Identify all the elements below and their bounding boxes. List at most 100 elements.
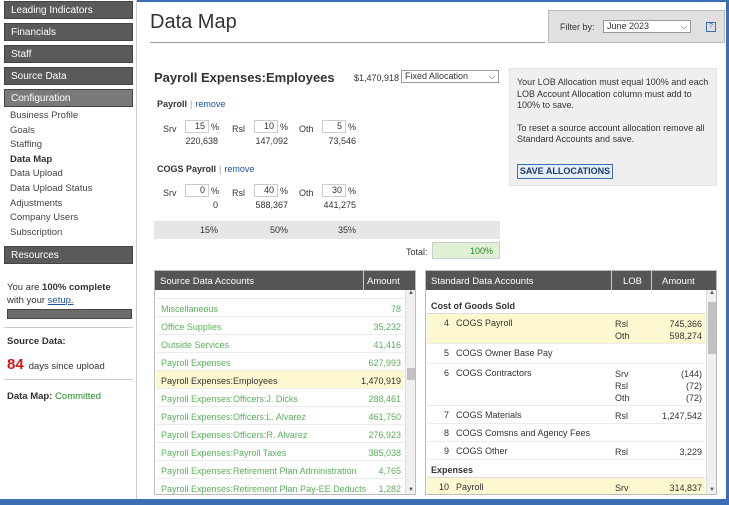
source-account-amount: 288,461: [368, 394, 401, 404]
allocation-method-select[interactable]: Fixed Allocation ⌵: [401, 70, 499, 83]
pct-input[interactable]: 15: [185, 120, 209, 133]
table-row[interactable]: Payroll Expenses:Retirement Plan Pay-EE …: [156, 479, 404, 494]
config-item-company-users[interactable]: Company Users: [10, 212, 92, 227]
standard-table-header: Standard Data Accounts LOB Amount: [426, 271, 716, 290]
account-name: COGS Other: [456, 446, 508, 456]
config-item-data-map[interactable]: Data Map: [10, 154, 92, 169]
source-account-amount: 35,232: [373, 322, 401, 332]
filter-period-select[interactable]: June 2023 ⌵: [603, 20, 691, 33]
source-account-amount: 461,750: [368, 412, 401, 422]
account-number: 6: [443, 368, 449, 378]
scroll-down-icon[interactable]: ▼: [707, 487, 716, 494]
table-row[interactable]: Payroll Expenses:Officers:J. Dicks 288,46…: [156, 389, 404, 407]
table-row[interactable]: Payroll Expenses 627,993: [156, 353, 404, 371]
setup-link[interactable]: setup.: [48, 295, 74, 306]
remove-link[interactable]: remove: [195, 99, 225, 109]
window-bottom-border: [0, 499, 729, 505]
table-row[interactable]: Payroll Expenses:Payroll Taxes 385,038: [156, 443, 404, 461]
source-account-amount: 385,038: [368, 448, 401, 458]
source-account-amount: 627,993: [368, 358, 401, 368]
source-table-scrollbar[interactable]: ▲ ▼: [405, 290, 415, 494]
nav-configuration[interactable]: Configuration: [4, 89, 133, 107]
row-lob: Oth: [615, 331, 630, 342]
table-row[interactable]: 6 COGS Contractors Srv Rsl Oth (144) (72) (7…: [427, 364, 705, 406]
source-account-name: Payroll Expenses:Payroll Taxes: [161, 448, 287, 458]
col-standard-accounts[interactable]: Standard Data Accounts: [431, 276, 533, 287]
page-title: Data Map: [150, 11, 237, 33]
config-item-goals[interactable]: Goals: [10, 125, 92, 140]
config-item-adjustments[interactable]: Adjustments: [10, 198, 92, 213]
table-row[interactable]: 8 COGS Comsns and Agency Fees: [427, 424, 705, 442]
table-row[interactable]: Office Supplies 35,232: [156, 317, 404, 335]
scroll-down-icon[interactable]: ▼: [406, 487, 415, 494]
pct-input[interactable]: 40: [254, 184, 278, 197]
column-divider: [651, 271, 652, 290]
lob-amount: 73,546: [328, 136, 356, 146]
table-row-selected[interactable]: 10 Payroll Srv 314,837: [427, 478, 705, 494]
group-expenses: Expenses: [427, 460, 705, 478]
config-item-subscription[interactable]: Subscription: [10, 227, 92, 242]
row-amount: 745,366: [669, 319, 702, 329]
lob-amount: 220,638: [185, 136, 218, 146]
lob-label: Srv: [163, 124, 177, 134]
pct-input[interactable]: 5: [322, 120, 346, 133]
table-row[interactable]: Payroll Expenses:Officers:R. Alvarez 276,…: [156, 425, 404, 443]
help-icon[interactable]: ?: [706, 22, 716, 32]
table-row[interactable]: Miscellaneous 78: [156, 299, 404, 317]
col-amount[interactable]: Amount: [662, 276, 695, 287]
lob-label: Oth: [299, 188, 314, 198]
chevron-down-icon: ⌵: [488, 72, 495, 81]
nav-resources[interactable]: Resources: [4, 246, 133, 264]
config-item-data-upload[interactable]: Data Upload: [10, 168, 92, 183]
config-item-business-profile[interactable]: Business Profile: [10, 110, 92, 125]
scroll-thumb[interactable]: [407, 368, 415, 380]
scroll-thumb[interactable]: [708, 302, 716, 354]
col-lob[interactable]: LOB: [623, 276, 642, 287]
row-lob: Srv: [615, 483, 629, 493]
row-amount: 1,247,542: [661, 411, 702, 421]
pct-sign: %: [211, 122, 220, 132]
scroll-up-icon[interactable]: ▲: [406, 290, 415, 299]
table-row[interactable]: Payroll Expenses:Retirement Plan Adminis…: [156, 461, 404, 479]
row-amount: (72): [685, 381, 702, 392]
nav-leading-indicators[interactable]: Leading Indicators: [4, 1, 133, 19]
config-item-staffing[interactable]: Staffing: [10, 139, 92, 154]
col-amount[interactable]: Amount: [367, 276, 400, 287]
table-row-selected[interactable]: Payroll Expenses:Employees 1,470,919: [156, 371, 404, 389]
table-row[interactable]: 5 COGS Owner Base Pay: [427, 344, 705, 364]
nav-source-data[interactable]: Source Data: [4, 67, 133, 85]
allocation-section-cogs-payroll: COGS Payroll | remove: [157, 164, 254, 174]
data-map-committed: Committed: [55, 391, 101, 402]
table-row[interactable]: 9 COGS Other Rsl 3,229: [427, 442, 705, 460]
row-lob: Rsl: [615, 411, 628, 421]
filter-period-value: June 2023: [607, 21, 650, 31]
nav-financials[interactable]: Financials: [4, 23, 133, 41]
source-account-name: Payroll Expenses:Officers:J. Dicks: [161, 394, 298, 404]
section-name: Payroll: [157, 99, 188, 109]
allocation-info-box: Your LOB Allocation must equal 100% and …: [509, 68, 717, 186]
lob-total: 15%: [199, 225, 218, 235]
source-account-amount: 276,923: [368, 430, 401, 440]
nav-staff[interactable]: Staff: [4, 45, 133, 63]
total-value: 100%: [432, 242, 500, 259]
account-name: COGS Payroll: [456, 318, 513, 328]
config-item-data-upload-status[interactable]: Data Upload Status: [10, 183, 92, 198]
column-divider: [363, 271, 364, 290]
table-row[interactable]: Payroll Expenses:Officers:L. Alvarez 461,…: [156, 407, 404, 425]
pct-input[interactable]: 0: [185, 184, 209, 197]
column-divider: [611, 271, 612, 290]
table-row[interactable]: 7 COGS Materials Rsl 1,247,542: [427, 406, 705, 424]
source-account-name: Miscellaneous: [161, 304, 219, 314]
setup-mid: with your: [7, 295, 48, 306]
source-account-name: Payroll Expenses:Retirement Plan Pay-EE …: [161, 484, 367, 494]
source-accounts-panel: Source Data Accounts Amount Miscellaneou…: [154, 270, 416, 495]
remove-link[interactable]: remove: [224, 164, 254, 174]
col-source-accounts[interactable]: Source Data Accounts: [160, 276, 254, 287]
save-allocations-button[interactable]: SAVE ALLOCATIONS: [517, 164, 613, 179]
scroll-up-icon[interactable]: ▲: [707, 290, 716, 299]
table-row[interactable]: Outside Services 41,416: [156, 335, 404, 353]
standard-table-scrollbar[interactable]: ▲ ▼: [706, 290, 716, 494]
pct-input[interactable]: 30: [322, 184, 346, 197]
table-row-selected[interactable]: 4 COGS Payroll Rsl Oth 745,366 598,274: [427, 314, 705, 344]
pct-input[interactable]: 10: [254, 120, 278, 133]
